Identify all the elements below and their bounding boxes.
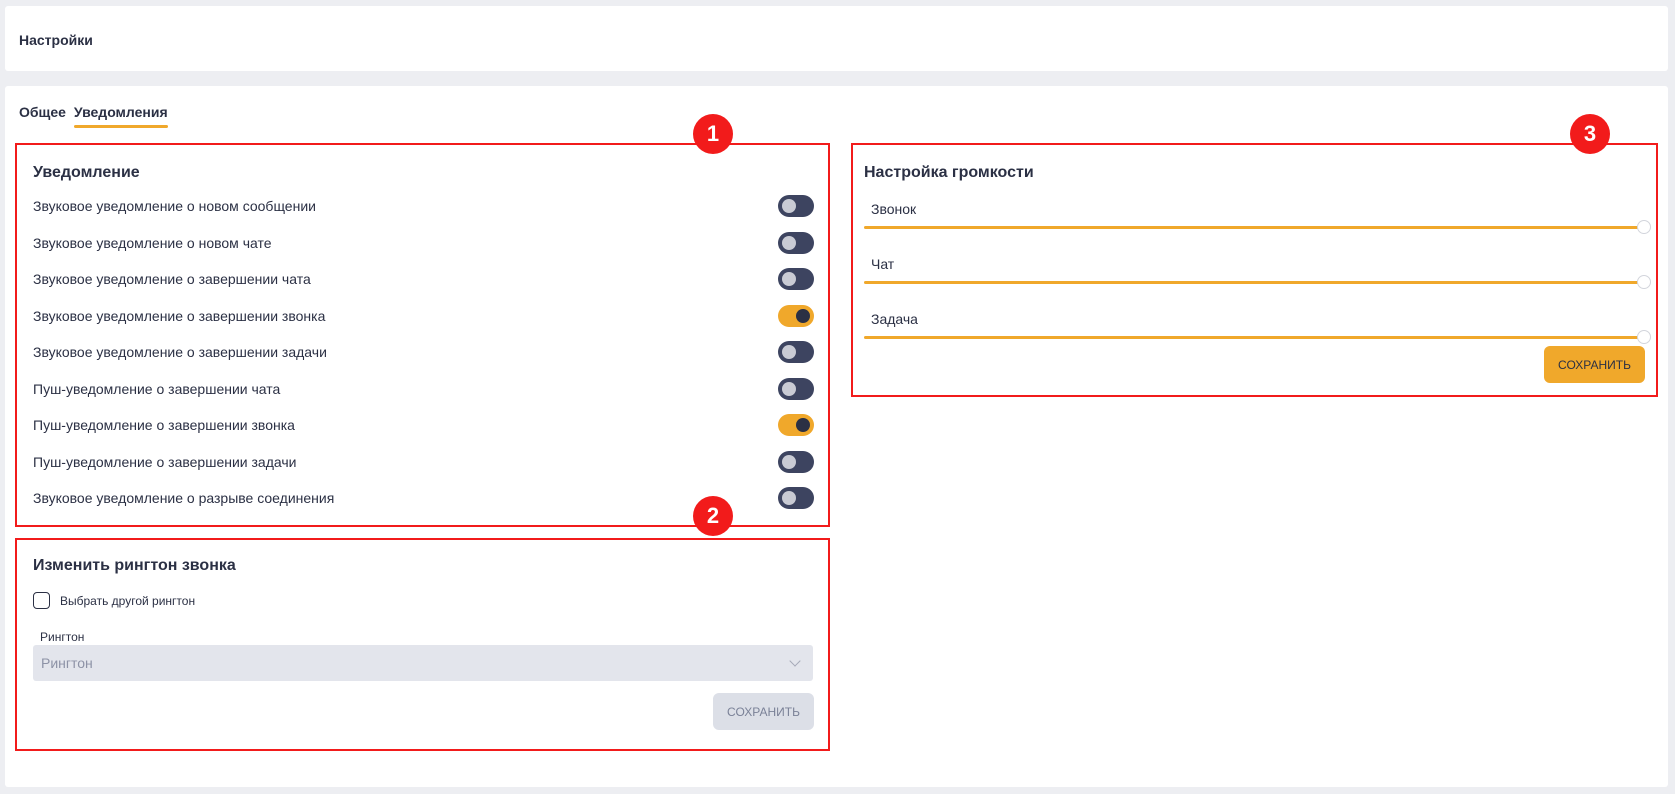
notifications-panel: Уведомление Звуковое уведомление о новом… <box>15 143 830 527</box>
volume-slider-label: Звонок <box>871 201 917 217</box>
notification-toggle[interactable] <box>778 414 814 436</box>
toggle-knob <box>782 454 796 469</box>
notification-label: Звуковое уведомление о разрыве соединени… <box>33 490 335 506</box>
toggle-knob <box>782 345 796 359</box>
notification-row: Звуковое уведомление о завершении чата <box>33 267 814 291</box>
volume-slider-label: Чат <box>871 256 895 272</box>
notifications-title: Уведомление <box>33 164 140 181</box>
badge-3: 3 <box>1570 114 1610 154</box>
notification-toggle[interactable] <box>778 304 814 327</box>
slider-thumb[interactable] <box>1637 330 1651 344</box>
notification-toggle[interactable] <box>778 231 814 254</box>
tab-bar: Общее Уведомления <box>19 104 168 128</box>
ringtone-select-value: Рингтон <box>41 655 93 671</box>
choose-ringtone-label: Выбрать другой рингтон <box>60 593 196 608</box>
header-card: Настройки <box>5 6 1668 71</box>
notification-row: Пуш-уведомление о завершении звонка <box>33 413 814 437</box>
choose-ringtone-row[interactable]: Выбрать другой рингтон <box>33 592 195 609</box>
notification-toggle[interactable] <box>778 450 814 473</box>
notification-row: Пуш-уведомление о завершении задачи <box>33 450 814 474</box>
notification-label: Звуковое уведомление о новом сообщении <box>33 198 316 214</box>
ringtone-panel: Изменить рингтон звонка Выбрать другой р… <box>15 538 830 751</box>
slider-thumb[interactable] <box>1637 220 1651 234</box>
toggle-knob <box>796 418 810 432</box>
badge-2: 2 <box>693 496 733 536</box>
notification-row: Звуковое уведомление о завершении звонка <box>33 304 814 328</box>
notification-row: Звуковое уведомление о завершении задачи <box>33 340 814 364</box>
volume-slider[interactable] <box>864 330 1651 344</box>
notification-toggle[interactable] <box>778 487 814 509</box>
notification-label: Пуш-уведомление о завершении чата <box>33 380 281 397</box>
volume-slider[interactable] <box>864 275 1651 289</box>
tab-general[interactable]: Общее <box>19 104 66 128</box>
volume-slider-label: Задача <box>871 311 918 327</box>
chevron-down-icon <box>789 655 801 667</box>
notification-label: Пуш-уведомление о завершении задачи <box>33 453 297 470</box>
toggle-knob <box>782 272 796 286</box>
ringtone-save-button[interactable]: СОХРАНИТЬ <box>713 693 814 730</box>
notification-label: Пуш-уведомление о завершении звонка <box>33 417 295 433</box>
notification-row: Звуковое уведомление о новом чате <box>33 231 814 255</box>
notification-row: Пуш-уведомление о завершении чата <box>33 377 814 401</box>
toggle-knob <box>782 381 796 396</box>
volume-slider[interactable] <box>864 220 1651 234</box>
ringtone-title: Изменить рингтон звонка <box>33 557 236 574</box>
notification-label: Звуковое уведомление о завершении звонка <box>33 307 326 324</box>
notification-label: Звуковое уведомление о завершении чата <box>33 271 311 287</box>
notification-toggle[interactable] <box>778 195 814 217</box>
notification-row: Звуковое уведомление о новом сообщении <box>33 194 814 218</box>
volume-title: Настройка громкости <box>864 164 1034 181</box>
volume-panel: Настройка громкости Звонок Чат Задача СОХР… <box>851 143 1658 397</box>
toggle-knob <box>782 199 796 213</box>
toggle-knob <box>782 235 796 250</box>
notification-toggle[interactable] <box>778 341 814 363</box>
slider-thumb[interactable] <box>1637 275 1651 289</box>
page-title: Настройки <box>19 32 93 48</box>
notification-toggle[interactable] <box>778 268 814 290</box>
tab-notifications[interactable]: Уведомления <box>73 104 168 128</box>
toggle-knob <box>782 491 796 505</box>
ringtone-select-label: Рингтон <box>40 630 85 644</box>
choose-ringtone-checkbox[interactable] <box>33 592 50 609</box>
notification-toggle[interactable] <box>778 377 814 400</box>
settings-card: Общее Уведомления Уведомление Звуковое у… <box>5 86 1668 787</box>
notification-label: Звуковое уведомление о новом чате <box>33 234 272 251</box>
volume-save-button[interactable]: СОХРАНИТЬ <box>1544 346 1645 383</box>
notification-label: Звуковое уведомление о завершении задачи <box>33 344 327 360</box>
badge-1: 1 <box>693 114 733 154</box>
toggle-knob <box>796 308 810 323</box>
ringtone-select[interactable]: Рингтон <box>33 645 813 681</box>
